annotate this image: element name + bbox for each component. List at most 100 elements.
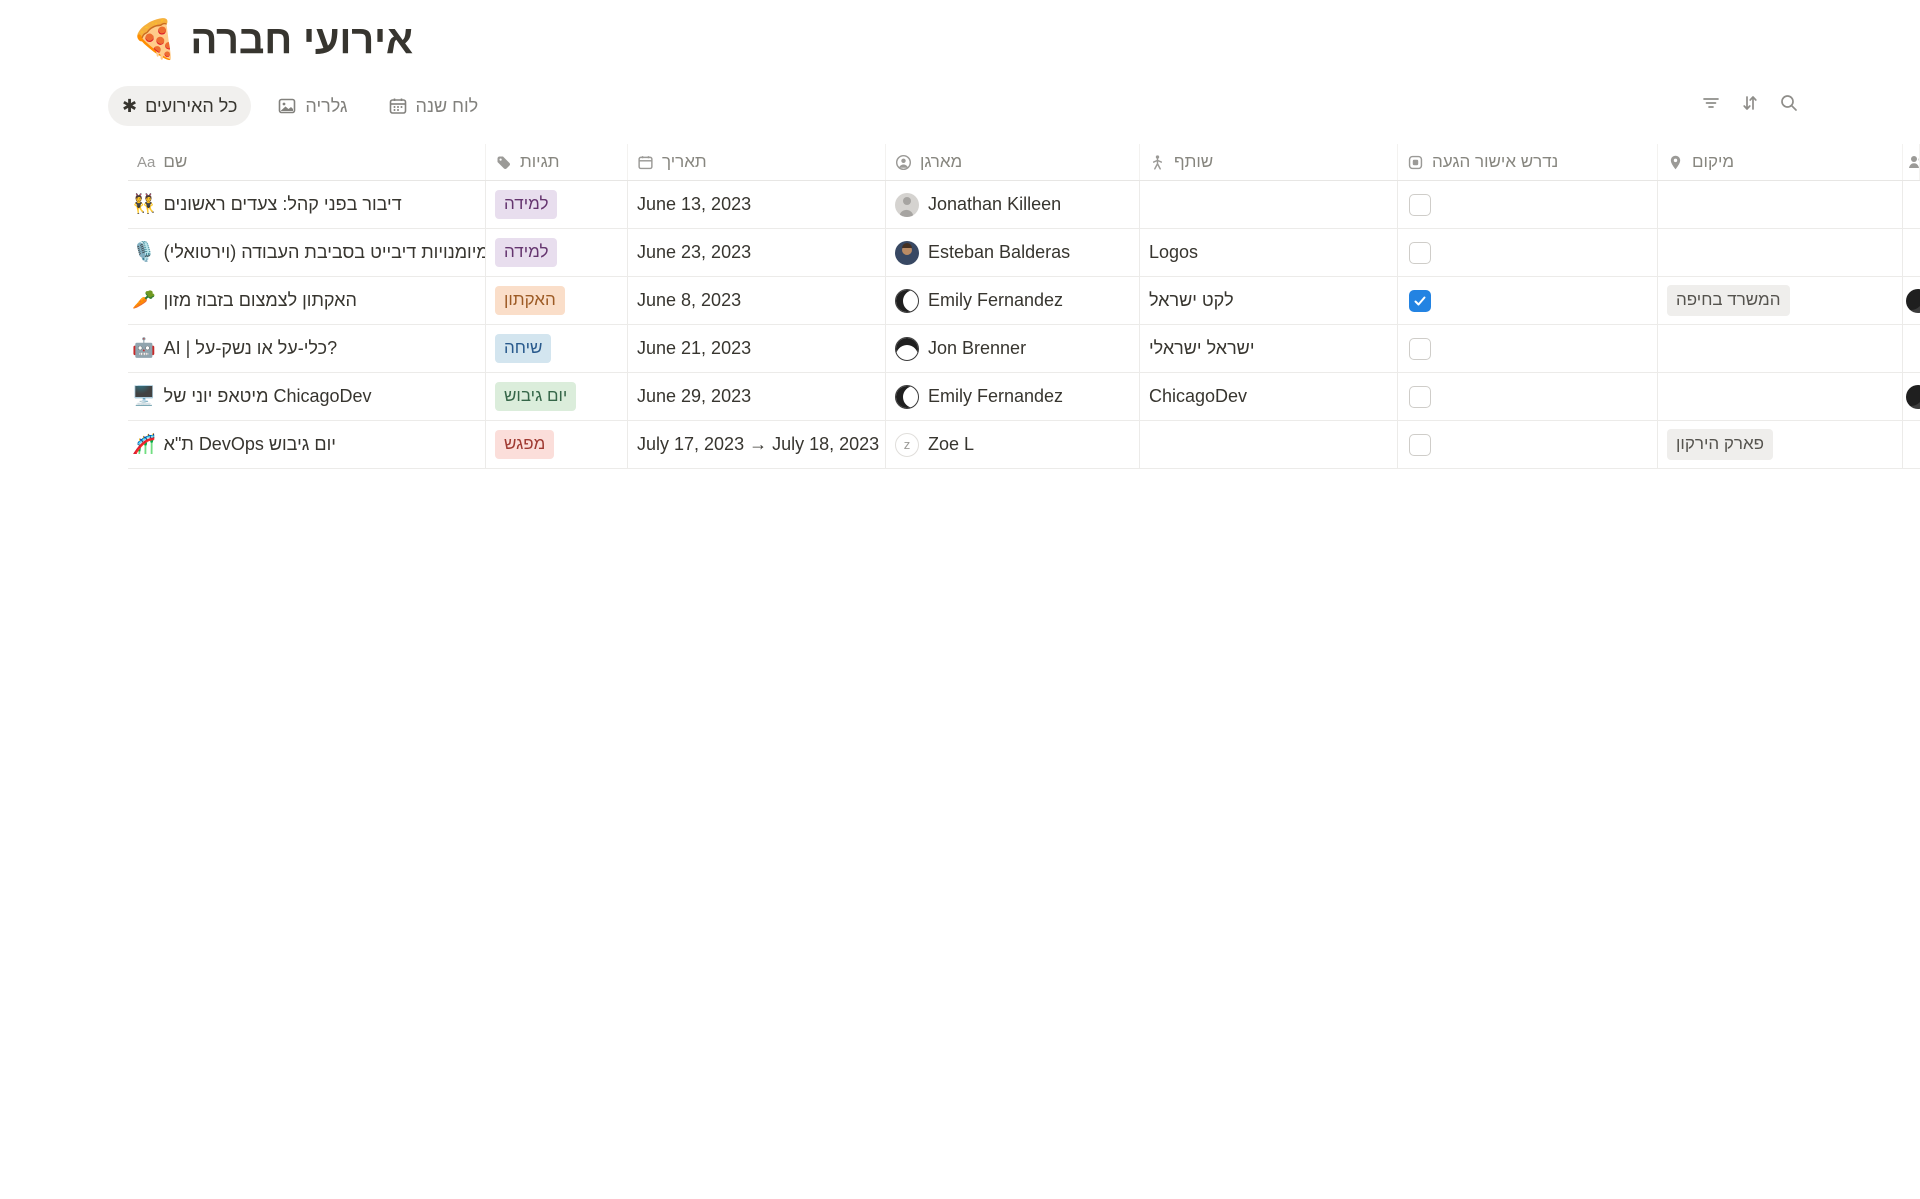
location-cell[interactable]: המשרד בחיפה xyxy=(1658,277,1903,324)
tag-pill: האקתון xyxy=(495,286,565,315)
rsvp-checkbox[interactable] xyxy=(1409,194,1431,216)
participants-cell[interactable] xyxy=(1903,229,1920,276)
column-label: שם xyxy=(163,152,187,172)
event-name: האקתון לצמצום בזבוז מזון xyxy=(164,290,357,311)
organizer-cell[interactable]: Esteban Balderas xyxy=(886,229,1140,276)
date-cell[interactable]: June 21, 2023 xyxy=(628,325,886,372)
event-name: מיומנויות דיבייט בסביבת העבודה (וירטואלי… xyxy=(164,242,486,263)
partner-cell[interactable]: Logos xyxy=(1140,229,1398,276)
date-cell[interactable]: June 8, 2023 xyxy=(628,277,886,324)
tags-cell[interactable]: האקתון xyxy=(486,277,628,324)
page-emoji-icon[interactable]: 🍕 xyxy=(131,21,178,59)
partner-cell[interactable] xyxy=(1140,181,1398,228)
participants-cell[interactable] xyxy=(1903,325,1920,372)
location-cell[interactable] xyxy=(1658,373,1903,420)
rsvp-checkbox[interactable] xyxy=(1409,434,1431,456)
rsvp-checkbox[interactable] xyxy=(1409,338,1431,360)
column-header-organizer[interactable]: מארגן xyxy=(886,144,1140,180)
organizer-cell[interactable]: z Zoe L xyxy=(886,421,1140,468)
rsvp-checkbox[interactable] xyxy=(1409,386,1431,408)
tags-cell[interactable]: יום גיבוש xyxy=(486,373,628,420)
participants-cell[interactable] xyxy=(1903,373,1920,420)
event-name-cell[interactable]: 🤖 AI | כלי-על או נשק-על? xyxy=(128,325,486,372)
table-row[interactable]: 🥕 האקתון לצמצום בזבוז מזון האקתון June 8… xyxy=(128,277,1920,325)
event-name-cell[interactable]: 🎢 יום גיבוש DevOps ת"א xyxy=(128,421,486,468)
filter-icon[interactable] xyxy=(1700,92,1722,114)
column-label: נדרש אישור הגעה xyxy=(1432,152,1558,172)
organizer-name: Esteban Balderas xyxy=(928,242,1070,263)
partner-cell[interactable]: ChicagoDev xyxy=(1140,373,1398,420)
column-label: שותף xyxy=(1174,152,1213,172)
event-emoji-icon: 🥕 xyxy=(132,291,156,310)
rsvp-cell[interactable] xyxy=(1398,229,1658,276)
location-cell[interactable]: פארק הירקון xyxy=(1658,421,1903,468)
tab-calendar[interactable]: לוח שנה xyxy=(374,86,493,126)
table-row[interactable]: 🎙️ מיומנויות דיבייט בסביבת העבודה (וירטו… xyxy=(128,229,1920,277)
event-emoji-icon: 🤖 xyxy=(132,339,156,358)
column-label: מיקום xyxy=(1692,152,1734,172)
column-header-participants[interactable] xyxy=(1903,144,1920,180)
rsvp-cell[interactable] xyxy=(1398,421,1658,468)
column-header-date[interactable]: תאריך xyxy=(628,144,886,180)
tab-label: כל האירועים xyxy=(145,96,237,117)
tab-all-events[interactable]: ✱ כל האירועים xyxy=(108,86,251,126)
table-row[interactable]: 👯 דיבור בפני קהל: צעדים ראשונים למידה Ju… xyxy=(128,181,1920,229)
column-header-location[interactable]: מיקום xyxy=(1658,144,1903,180)
rsvp-cell[interactable] xyxy=(1398,373,1658,420)
walking-person-icon xyxy=(1149,154,1166,171)
partner-cell[interactable] xyxy=(1140,421,1398,468)
organizer-cell[interactable]: Emily Fernandez xyxy=(886,373,1140,420)
rsvp-cell[interactable] xyxy=(1398,181,1658,228)
location-cell[interactable] xyxy=(1658,325,1903,372)
tags-cell[interactable]: שיחה xyxy=(486,325,628,372)
text-icon: Aa xyxy=(137,154,155,171)
rsvp-checkbox[interactable] xyxy=(1409,290,1431,312)
participants-cell[interactable] xyxy=(1903,421,1920,468)
organizer-name: Emily Fernandez xyxy=(928,290,1063,311)
column-header-name[interactable]: Aa שם xyxy=(128,144,486,180)
date-cell[interactable]: July 17, 2023 → July 18, 2023 xyxy=(628,421,886,468)
event-name-cell[interactable]: 🎙️ מיומנויות דיבייט בסביבת העבודה (וירטו… xyxy=(128,229,486,276)
tags-cell[interactable]: למידה xyxy=(486,181,628,228)
organizer-cell[interactable]: Emily Fernandez xyxy=(886,277,1140,324)
avatar xyxy=(895,289,919,313)
search-icon[interactable] xyxy=(1778,92,1800,114)
column-label: תגיות xyxy=(520,152,560,172)
column-header-partner[interactable]: שותף xyxy=(1140,144,1398,180)
location-cell[interactable] xyxy=(1658,181,1903,228)
date-cell[interactable]: June 29, 2023 xyxy=(628,373,886,420)
date-value: June 13, 2023 xyxy=(637,194,751,215)
event-name-cell[interactable]: 🥕 האקתון לצמצום בזבוז מזון xyxy=(128,277,486,324)
event-name-cell[interactable]: 👯 דיבור בפני קהל: צעדים ראשונים xyxy=(128,181,486,228)
rsvp-checkbox[interactable] xyxy=(1409,242,1431,264)
avatar: z xyxy=(895,433,919,457)
tags-cell[interactable]: מפגש xyxy=(486,421,628,468)
table-row[interactable]: 🖥️ מיטאפ יוני של ChicagoDev יום גיבוש Ju… xyxy=(128,373,1920,421)
date-cell[interactable]: June 23, 2023 xyxy=(628,229,886,276)
table-row[interactable]: 🎢 יום גיבוש DevOps ת"א מפגש July 17, 202… xyxy=(128,421,1920,469)
date-value: July 17, 2023 → July 18, 2023 xyxy=(637,434,879,455)
tag-pill: שיחה xyxy=(495,334,551,363)
rsvp-cell[interactable] xyxy=(1398,277,1658,324)
partner-cell[interactable]: לקט ישראל xyxy=(1140,277,1398,324)
location-cell[interactable] xyxy=(1658,229,1903,276)
tag-pill: למידה xyxy=(495,238,557,267)
participants-cell[interactable] xyxy=(1903,277,1920,324)
rsvp-cell[interactable] xyxy=(1398,325,1658,372)
column-header-tags[interactable]: תגיות xyxy=(486,144,628,180)
table-row[interactable]: 🤖 AI | כלי-על או נשק-על? שיחה June 21, 2… xyxy=(128,325,1920,373)
organizer-cell[interactable]: Jonathan Killeen xyxy=(886,181,1140,228)
event-emoji-icon: 🎙️ xyxy=(132,243,156,262)
page-title[interactable]: אירועי חברה xyxy=(190,18,413,63)
person-icon xyxy=(895,154,912,171)
partner-cell[interactable]: ישראל ישראלי xyxy=(1140,325,1398,372)
event-name-cell[interactable]: 🖥️ מיטאפ יוני של ChicagoDev xyxy=(128,373,486,420)
sort-icon[interactable] xyxy=(1739,92,1761,114)
organizer-cell[interactable]: Jon Brenner xyxy=(886,325,1140,372)
tag-pill: למידה xyxy=(495,190,557,219)
tags-cell[interactable]: למידה xyxy=(486,229,628,276)
tab-gallery[interactable]: גלריה xyxy=(263,86,361,126)
date-cell[interactable]: June 13, 2023 xyxy=(628,181,886,228)
participants-cell[interactable] xyxy=(1903,181,1920,228)
column-header-rsvp[interactable]: נדרש אישור הגעה xyxy=(1398,144,1658,180)
